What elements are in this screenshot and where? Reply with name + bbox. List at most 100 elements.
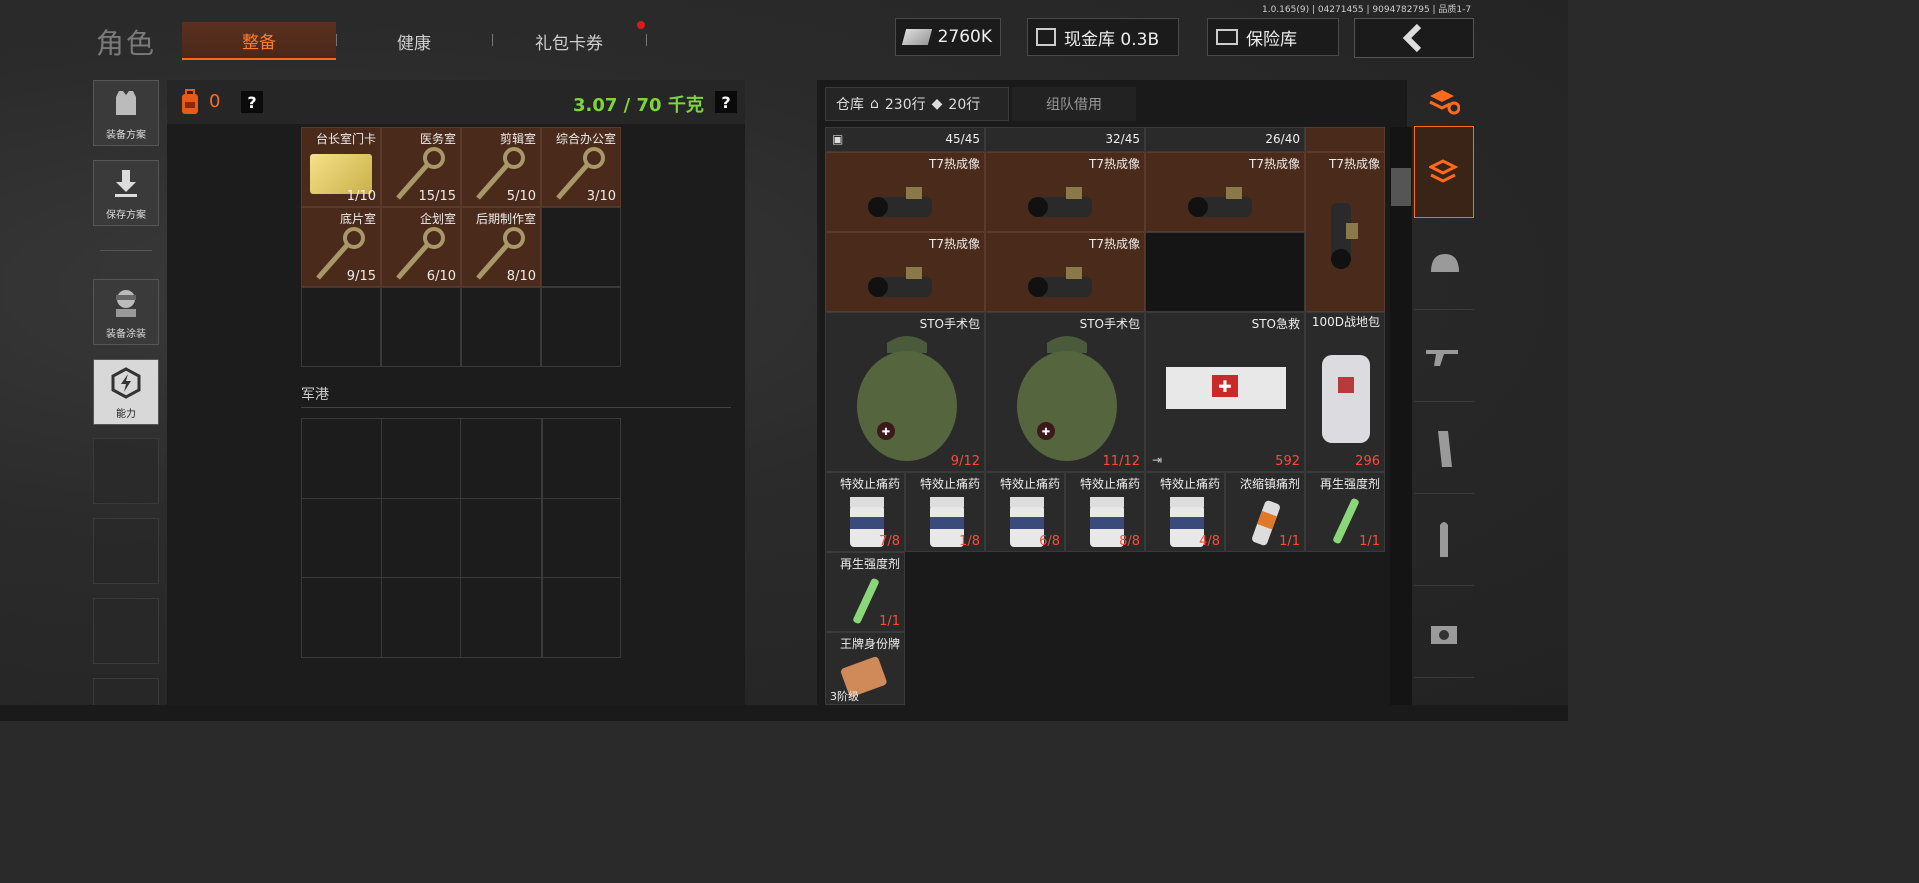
tab-health[interactable]: 健康: [336, 22, 492, 60]
item-count: 4/8: [1199, 534, 1220, 549]
medkit-item[interactable]: ✚ STO手术包 11/12: [985, 312, 1145, 472]
vest-icon: [116, 91, 136, 115]
item-count: 3阶级: [830, 690, 859, 703]
sidebar-divider: [100, 250, 152, 251]
tab-loadout[interactable]: 整备: [182, 22, 336, 60]
box-icon: ▣: [832, 132, 844, 146]
painkiller-item[interactable]: 特效止痛药 1/8: [905, 472, 985, 552]
magazine-icon: [1438, 430, 1452, 467]
tab-attachment[interactable]: [1414, 588, 1474, 678]
analgesic-item[interactable]: 浓缩镇痛剂 1/1: [1225, 472, 1305, 552]
warehouse-title: 仓库: [836, 97, 864, 113]
sort-button[interactable]: [1414, 80, 1474, 124]
item-count: 1/8: [959, 534, 980, 549]
exit-icon: ⇥: [1152, 453, 1163, 467]
tab-magazine[interactable]: [1414, 404, 1474, 494]
tab-ammo[interactable]: [1414, 496, 1474, 586]
thermal-scope-item[interactable]: T7热成像: [985, 232, 1145, 312]
medkit-item[interactable]: ✚ STO手术包 9/12: [825, 312, 985, 472]
thermal-scope-item[interactable]: T7热成像: [985, 152, 1145, 232]
svg-text:✚: ✚: [1218, 377, 1231, 396]
warehouse-scrollbar[interactable]: [1390, 127, 1412, 705]
rifle-icon: [1426, 349, 1458, 366]
item-count: 26/40: [1265, 132, 1300, 146]
item-count: 1/1: [879, 614, 900, 629]
weight-text: 3.07 / 70 千克: [573, 95, 704, 116]
grid-slot[interactable]: [301, 287, 381, 367]
stack-item[interactable]: 32/45: [985, 127, 1145, 152]
thermal-scope-item[interactable]: T7热成像: [825, 232, 985, 312]
key-item[interactable]: 后期制作室 8/10: [461, 207, 541, 287]
keycard-icon: [310, 154, 372, 194]
stack-item[interactable]: ▣ 45/45: [825, 127, 985, 152]
scrollbar-thumb[interactable]: [1391, 168, 1411, 206]
section-divider: [301, 407, 731, 408]
painkiller-item[interactable]: 特效止痛药 4/8: [1145, 472, 1225, 552]
stack-item[interactable]: 26/40: [1145, 127, 1305, 152]
grid-slot[interactable]: [381, 287, 461, 367]
back-button[interactable]: [1354, 18, 1474, 58]
team-borrow-tab[interactable]: 组队借用: [1012, 87, 1136, 121]
medkit-item[interactable]: 100D战地包 296: [1305, 312, 1385, 472]
item-count: 11/12: [1102, 454, 1140, 469]
medkit-item[interactable]: ✚ STO急救 ⇥ 592: [1145, 312, 1305, 472]
grid-slot[interactable]: [541, 287, 621, 367]
help-button[interactable]: ?: [241, 91, 263, 113]
key-item[interactable]: 台长室门卡 1/10: [301, 127, 381, 207]
item-name: STO手术包: [919, 317, 980, 331]
painkiller-item[interactable]: 特效止痛药 8/8: [1065, 472, 1145, 552]
grid-slot[interactable]: [541, 207, 621, 287]
tab-all-items[interactable]: [1414, 126, 1474, 218]
dogtag-item[interactable]: 王牌身份牌 3阶级: [825, 632, 905, 705]
item-name: 再生强度剂: [1319, 477, 1380, 491]
tab-gift-cards[interactable]: 礼包卡券: [492, 22, 646, 60]
first-aid-box-icon: ✚: [1166, 367, 1286, 429]
item-name: STO急救: [1251, 317, 1300, 331]
sidebar-item-label: 保存方案: [106, 210, 146, 221]
sidebar-item-ability[interactable]: 能力: [93, 359, 159, 425]
warehouse-tab[interactable]: 仓库 ⌂ 230行 ◆ 20行: [825, 87, 1009, 121]
thermal-scope-icon: [1331, 203, 1358, 269]
empty-slot[interactable]: [1145, 232, 1305, 312]
ticket-icon: ◆: [931, 96, 943, 112]
item-name: T7热成像: [929, 157, 980, 171]
sidebar-item-skin[interactable]: 装备涂装: [93, 279, 159, 345]
item-name: 特效止痛药: [1079, 477, 1140, 491]
regen-item[interactable]: 再生强度剂 1/1: [1305, 472, 1385, 552]
cash-amount: 2760K: [937, 27, 992, 47]
painkiller-item[interactable]: 特效止痛药 7/8: [825, 472, 905, 552]
item-count: 296: [1355, 454, 1380, 469]
ability-icon: [111, 367, 141, 399]
key-item[interactable]: 医务室 15/15: [381, 127, 461, 207]
key-item[interactable]: 企划室 6/10: [381, 207, 461, 287]
tab-weapon[interactable]: [1414, 312, 1474, 402]
grid-row: [301, 498, 621, 578]
cash-vault-button[interactable]: 现金库 0.3B: [1027, 18, 1179, 56]
item-name: STO手术包: [1079, 317, 1140, 331]
thermal-scope-icon: [868, 267, 932, 297]
sidebar-item-loadout-plan[interactable]: 装备方案: [93, 80, 159, 146]
sidebar-item-save-plan[interactable]: 保存方案: [93, 160, 159, 226]
key-item[interactable]: 剪辑室 5/10: [461, 127, 541, 207]
version-text: 1.0.165(9) | 04271455 | 9094782795 | 品质1…: [1262, 5, 1472, 15]
key-item[interactable]: 综合办公室 3/10: [541, 127, 621, 207]
item-name: 企划室: [419, 212, 456, 226]
item-name: 综合办公室: [555, 132, 616, 146]
tab-helmet[interactable]: [1414, 220, 1474, 310]
regen-item[interactable]: 再生强度剂 1/1: [825, 552, 905, 632]
thermal-scope-item[interactable]: T7热成像: [1305, 152, 1385, 312]
thermal-scope-item[interactable]: T7热成像: [825, 152, 985, 232]
item-name: T7热成像: [1089, 237, 1140, 251]
sidebar-item-label: 能力: [116, 409, 136, 420]
sidebar-item-label: 装备方案: [106, 130, 146, 141]
painkiller-item[interactable]: 特效止痛药 6/8: [985, 472, 1065, 552]
thermal-scope-item[interactable]: T7热成像: [1145, 152, 1305, 232]
key-item[interactable]: 底片室 9/15: [301, 207, 381, 287]
item-name: 特效止痛药: [1159, 477, 1220, 491]
stack-item[interactable]: [1305, 127, 1385, 152]
item-count: 6/8: [1039, 534, 1060, 549]
grid-slot[interactable]: [461, 287, 541, 367]
weight-help-button[interactable]: ?: [715, 91, 737, 113]
item-count: 1/1: [1359, 534, 1380, 549]
safe-button[interactable]: 保险库: [1207, 18, 1339, 56]
